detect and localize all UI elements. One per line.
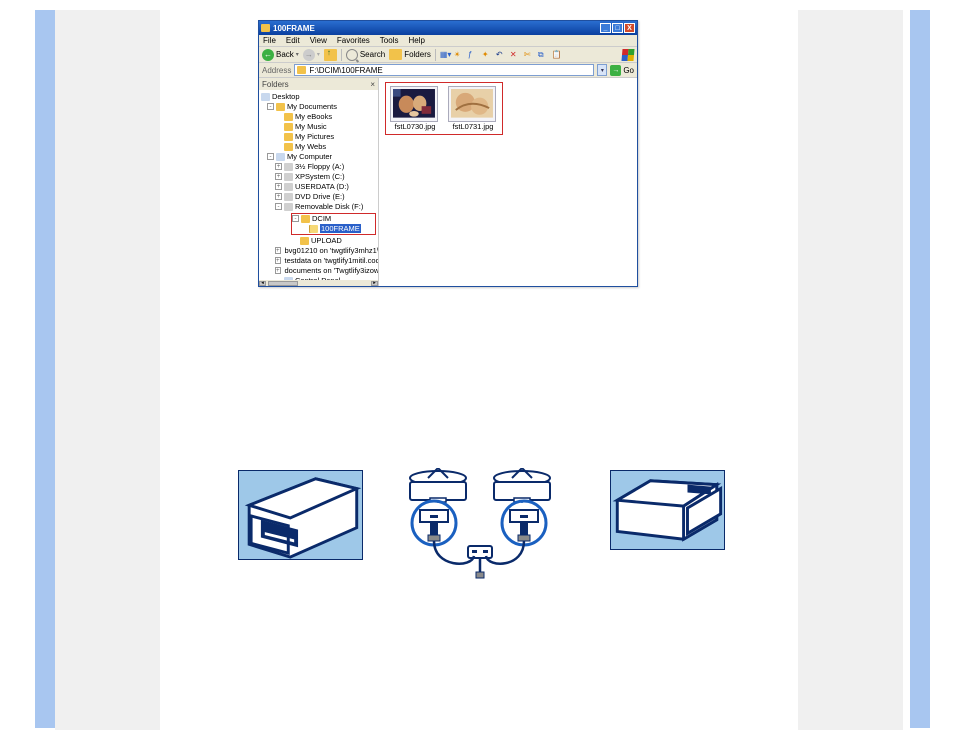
copy-icon[interactable]: ⧉ <box>538 50 548 60</box>
page-gutter-left <box>55 10 160 730</box>
go-icon: → <box>610 65 621 76</box>
address-input[interactable]: F:\DCIM\100FRAME <box>294 64 594 76</box>
tree-netdrive-i[interactable]: testdata on 'twgtlify1mitil.code1.emi.ph… <box>285 256 378 265</box>
tree-scrollbar[interactable]: ◂ ▸ <box>259 280 378 286</box>
folders-pane: Folders × Desktop -My Documents My eBook… <box>259 78 379 286</box>
folder-icon <box>301 215 310 223</box>
open-folder-icon <box>309 225 318 233</box>
explorer-window: 100FRAME _ □ X File Edit View Favorites … <box>258 20 638 287</box>
tree-my-webs[interactable]: My Webs <box>295 142 326 151</box>
thumbnail-group: fstL0730.jpg fstL0731.jpg <box>385 82 503 135</box>
folder-icon <box>297 66 306 74</box>
folder-icon <box>261 24 270 32</box>
tree-netdrive-j[interactable]: documents on 'Twgtlify3izowi1\web$\revie… <box>285 266 378 275</box>
views-icon[interactable]: ▦▾ <box>440 50 450 60</box>
page-margin-left <box>35 10 55 728</box>
undo-icon[interactable]: ↶ <box>496 50 506 60</box>
forward-icon: → <box>303 49 315 61</box>
photo-thumbnail-icon <box>393 89 435 118</box>
drive-icon <box>284 163 293 171</box>
tool-icon-2[interactable]: ƒ <box>468 50 478 60</box>
toolbar: ← Back ▾ → ▾ Search Folders ▦▾ ✴ ƒ ✦ ↶ ✕… <box>259 47 637 63</box>
menu-help[interactable]: Help <box>408 36 424 45</box>
address-path: F:\DCIM\100FRAME <box>309 66 382 75</box>
menubar: File Edit View Favorites Tools Help <box>259 35 637 47</box>
minimize-button[interactable]: _ <box>600 23 611 33</box>
tree-my-documents[interactable]: My Documents <box>287 102 337 111</box>
go-button[interactable]: → Go <box>610 65 634 76</box>
search-label: Search <box>360 50 385 59</box>
address-label: Address <box>262 66 291 75</box>
tree-removable[interactable]: Removable Disk (F:) <box>295 202 363 211</box>
folder-icon <box>284 143 293 151</box>
search-icon <box>346 49 358 61</box>
address-bar: Address F:\DCIM\100FRAME ▾ → Go <box>259 63 637 78</box>
usb-plug-illustration <box>610 470 725 550</box>
drive-icon <box>284 203 293 211</box>
file-thumbnail[interactable]: fstL0731.jpg <box>448 86 498 131</box>
folders-header: Folders <box>262 80 289 89</box>
delete-icon[interactable]: ✕ <box>510 50 520 60</box>
window-title: 100FRAME <box>273 24 315 33</box>
tree-upload[interactable]: UPLOAD <box>311 236 342 245</box>
back-button[interactable]: ← Back ▾ <box>262 49 299 61</box>
files-pane: fstL0730.jpg fstL0731.jpg <box>379 78 637 286</box>
search-button[interactable]: Search <box>346 49 385 61</box>
tree-netdrive-h[interactable]: bvg01210 on 'twgtlify3mhz1\home$' (H:) <box>285 246 378 255</box>
photo-thumbnail-icon <box>451 89 493 118</box>
tree-my-computer[interactable]: My Computer <box>287 152 332 161</box>
tree-my-ebooks[interactable]: My eBooks <box>295 112 332 121</box>
tree-100frame[interactable]: 100FRAME <box>320 224 361 233</box>
page-gutter-right <box>798 10 903 730</box>
folder-icon <box>284 113 293 121</box>
forward-button[interactable]: → ▾ <box>303 49 320 61</box>
go-label: Go <box>623 66 634 75</box>
tree-my-music[interactable]: My Music <box>295 122 327 131</box>
paste-icon[interactable]: 📋 <box>552 50 562 60</box>
tree-userdata[interactable]: USERDATA (D:) <box>295 182 349 191</box>
card-reader-illustration <box>238 470 363 560</box>
address-dropdown[interactable]: ▾ <box>597 64 607 76</box>
drive-icon <box>284 193 293 201</box>
tree-my-pictures[interactable]: My Pictures <box>295 132 334 141</box>
menu-edit[interactable]: Edit <box>286 36 300 45</box>
tree-desktop[interactable]: Desktop <box>272 92 300 101</box>
maximize-button[interactable]: □ <box>612 23 623 33</box>
close-folders-icon[interactable]: × <box>370 80 375 89</box>
desktop-icon <box>261 93 270 101</box>
folder-tree[interactable]: Desktop -My Documents My eBooks My Music… <box>259 90 378 280</box>
file-name: fstL0730.jpg <box>390 122 440 131</box>
up-button[interactable] <box>324 49 337 61</box>
folders-button[interactable]: Folders <box>389 49 431 60</box>
menu-tools[interactable]: Tools <box>380 36 399 45</box>
folder-icon <box>284 133 293 141</box>
tree-floppy[interactable]: 3½ Floppy (A:) <box>295 162 344 171</box>
windows-logo-icon <box>621 49 634 61</box>
tree-xpsystem[interactable]: XPSystem (C:) <box>295 172 345 181</box>
tool-icon-3[interactable]: ✦ <box>482 50 492 60</box>
drive-icon <box>284 173 293 181</box>
tree-dvd[interactable]: DVD Drive (E:) <box>295 192 345 201</box>
close-button[interactable]: X <box>624 23 635 33</box>
back-label: Back <box>276 50 294 59</box>
connection-diagram-illustration <box>390 468 570 583</box>
tree-dcim[interactable]: DCIM <box>312 214 331 223</box>
menu-view[interactable]: View <box>310 36 327 45</box>
menu-file[interactable]: File <box>263 36 276 45</box>
folders-label: Folders <box>404 50 431 59</box>
page-margin-right <box>910 10 930 728</box>
file-name: fstL0731.jpg <box>448 122 498 131</box>
folders-icon <box>389 49 402 60</box>
titlebar[interactable]: 100FRAME _ □ X <box>259 21 637 35</box>
file-thumbnail[interactable]: fstL0730.jpg <box>390 86 440 131</box>
folder-icon <box>284 123 293 131</box>
menu-favorites[interactable]: Favorites <box>337 36 370 45</box>
computer-icon <box>276 153 285 161</box>
folder-icon <box>276 103 285 111</box>
folder-icon <box>300 237 309 245</box>
back-icon: ← <box>262 49 274 61</box>
drive-icon <box>284 183 293 191</box>
tool-icon-1[interactable]: ✴ <box>454 50 464 60</box>
cut-icon[interactable]: ✄ <box>524 50 534 60</box>
